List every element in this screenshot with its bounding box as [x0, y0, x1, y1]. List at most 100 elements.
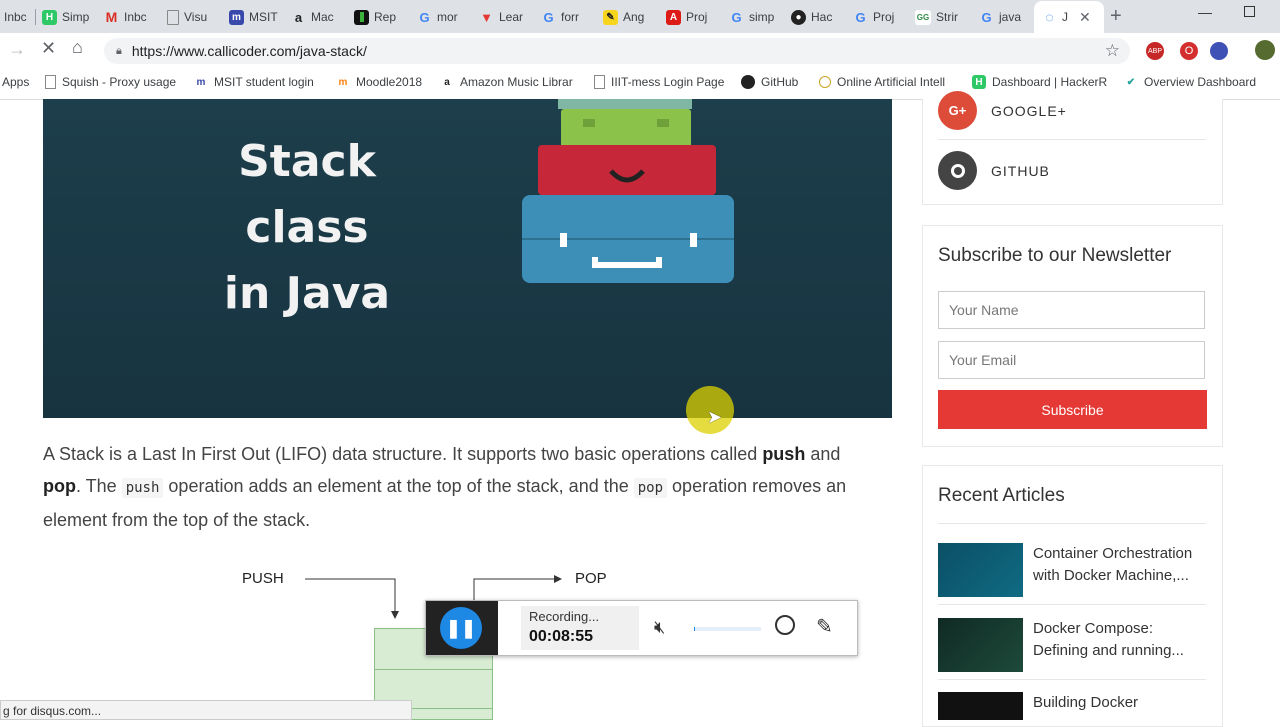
tab-google-proj[interactable]: G Proj — [853, 3, 903, 31]
forward-arrow-icon[interactable]: → — [8, 39, 26, 60]
article-title-line: Building Docker — [1033, 694, 1139, 711]
bookmark-amazon-music[interactable]: a Amazon Music Librar — [440, 75, 573, 89]
tab-label: Lear — [499, 10, 524, 24]
tab-label: Strir — [936, 10, 958, 24]
tab-msit[interactable]: m MSIT — [229, 3, 279, 31]
pop-code: pop — [633, 478, 668, 498]
google-plus-link[interactable]: G+ GOOGLE+ — [938, 91, 1067, 130]
tab-google-mor[interactable]: Gmor — [417, 3, 467, 31]
recent-article-item[interactable]: Docker Compose: Defining and running... — [938, 618, 1208, 672]
angular-icon: A — [666, 9, 681, 25]
tab-gmail[interactable]: M Inbc — [104, 3, 154, 31]
tab-label: Proj — [873, 10, 895, 24]
tab-google-simp[interactable]: Gsimp — [729, 3, 779, 31]
globe-extension-icon[interactable] — [1210, 42, 1228, 60]
tab-google-forr[interactable]: Gforr — [541, 3, 591, 31]
bookmark-iiit-mess[interactable]: IIIT-mess Login Page — [594, 75, 724, 89]
tab-strip: Inbc H Simp M Inbc Visu m MSIT a Mac Rep Gmo… — [0, 0, 1280, 33]
diagram-pop-label: POP — [575, 570, 607, 587]
tab-active-java-stack[interactable]: ◌ J ✕ — [1034, 1, 1104, 33]
screen-recorder-widget: ❚❚ Recording... 00:08:55 🔇︎ ✎ — [425, 600, 858, 656]
pencil-icon: ✎ — [603, 9, 618, 25]
tab-google-java[interactable]: Gjava — [979, 3, 1029, 31]
opera-extension-icon[interactable]: O — [1180, 42, 1198, 60]
adblock-extension-icon[interactable]: ABP — [1146, 42, 1164, 60]
hero-title: Stack class in Java — [171, 129, 443, 327]
bookmark-overview[interactable]: ✔ Overview Dashboard — [1124, 75, 1256, 89]
name-input[interactable] — [938, 291, 1205, 329]
tab-label: simp — [749, 10, 775, 24]
volume-meter — [694, 627, 761, 631]
bookmark-squish[interactable]: Squish - Proxy usage — [45, 75, 176, 89]
article-title[interactable]: Building Docker — [1033, 692, 1138, 720]
bookmark-github[interactable]: GitHub — [741, 75, 798, 89]
tab-label: mor — [437, 10, 458, 24]
intro-paragraph: A Stack is a Last In First Out (LIFO) da… — [43, 438, 873, 536]
bookmark-label: Squish - Proxy usage — [62, 75, 177, 89]
diagram-push-label: PUSH — [242, 570, 284, 587]
address-bar[interactable]: 🔒︎ https://www.callicoder.com/java-stack… — [104, 38, 1130, 64]
tab-label: Proj — [686, 10, 708, 24]
tab-label: Ang — [623, 10, 645, 24]
tab-amazon[interactable]: a Mac — [291, 3, 341, 31]
tab-github[interactable]: ● Hac — [791, 3, 841, 31]
recorder-time: 00:08:55 — [529, 628, 594, 645]
article-title[interactable]: Docker Compose: Defining and running... — [1033, 618, 1184, 672]
intro-text: operation adds an element at the top of … — [163, 476, 634, 496]
bookmark-moodle[interactable]: m Moodle2018 — [336, 75, 423, 89]
tab-simp[interactable]: H Simp — [42, 3, 92, 31]
tab-visu[interactable]: Visu — [167, 3, 217, 31]
recent-article-item[interactable]: Building Docker — [938, 692, 1208, 720]
tab-angular-pencil[interactable]: ✎ Ang — [603, 3, 653, 31]
microphone-muted-icon[interactable]: 🔇︎ — [654, 617, 665, 638]
email-input[interactable] — [938, 341, 1205, 379]
hackerrank-icon: H — [972, 75, 986, 89]
tab-label: Visu — [184, 10, 208, 24]
bookmark-online-ai[interactable]: Online Artificial Intell — [819, 75, 945, 89]
doc-icon — [45, 75, 56, 89]
minimize-button[interactable]: — — [1198, 4, 1212, 20]
intro-text: A Stack is a Last In First Out (LIFO) da… — [43, 444, 763, 464]
home-icon[interactable]: ⌂ — [72, 37, 83, 58]
tab-angular-proj[interactable]: A Proj — [666, 3, 716, 31]
tab-label: Inbc — [124, 10, 147, 24]
tab-gfg[interactable]: GG Strir — [915, 3, 970, 31]
pencil-icon[interactable]: ✎ — [816, 614, 833, 639]
webcam-icon[interactable] — [775, 615, 795, 635]
restore-button[interactable] — [1244, 6, 1255, 17]
tab-learn[interactable]: ▼ Lear — [479, 3, 529, 31]
bookmark-star-icon[interactable]: ☆ — [1105, 41, 1120, 61]
bookmark-label: MSIT student login — [214, 75, 314, 89]
tab-label: java — [999, 10, 1022, 24]
tab-label: Inbc — [4, 10, 27, 24]
github-icon — [741, 75, 755, 89]
google-icon: G — [731, 9, 742, 25]
article-title-line: with Docker Machine,... — [1033, 567, 1189, 584]
tab-inbox[interactable]: Inbc — [4, 3, 34, 31]
avatar[interactable] — [1255, 40, 1275, 60]
article-title[interactable]: Container Orchestration with Docker Mach… — [1033, 543, 1192, 597]
social-label: GOOGLE+ — [991, 102, 1067, 119]
tab-repl[interactable]: Rep — [354, 3, 404, 31]
url-text[interactable]: https://www.callicoder.com/java-stack/ — [132, 43, 367, 59]
subscribe-button[interactable]: Subscribe — [938, 390, 1207, 429]
article-title-line: Defining and running... — [1033, 642, 1184, 659]
recent-article-item[interactable]: Container Orchestration with Docker Mach… — [938, 543, 1208, 597]
bookmark-apps[interactable]: Apps — [2, 75, 29, 89]
bookmark-msit[interactable]: m MSIT student login — [194, 75, 314, 89]
stop-loading-icon[interactable]: ✕ — [41, 38, 56, 59]
close-icon[interactable]: ✕ — [1079, 9, 1091, 26]
article-thumbnail[interactable] — [938, 692, 1023, 720]
tab-label: J — [1062, 10, 1068, 24]
article-thumbnail[interactable] — [938, 618, 1023, 672]
bookmark-hackerrank[interactable]: H Dashboard | HackerR — [972, 75, 1107, 89]
intro-text: . The — [76, 476, 122, 496]
gmail-icon: M — [105, 9, 118, 25]
new-tab-button[interactable]: + — [1110, 5, 1122, 28]
article-thumbnail[interactable] — [938, 543, 1023, 597]
circle-icon — [819, 76, 831, 88]
tab-label: Mac — [311, 10, 334, 24]
github-link[interactable]: GITHUB — [938, 151, 1050, 190]
pause-icon[interactable]: ❚❚ — [440, 607, 482, 649]
tab-label: forr — [561, 10, 579, 24]
